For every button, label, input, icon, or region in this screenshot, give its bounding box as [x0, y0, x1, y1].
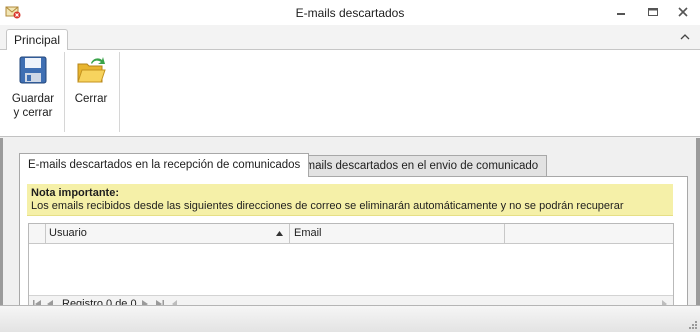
open-folder-arrow-icon [77, 57, 106, 83]
tab-principal[interactable]: Principal [6, 29, 68, 50]
tab-received-emails[interactable]: E-mails descartados en la recepción de c… [19, 153, 310, 177]
ribbon-body: Guardar y cerrar Cerrar [0, 50, 700, 137]
maximize-button[interactable] [642, 3, 664, 21]
row-indicator-header [29, 224, 46, 243]
tab-panel: Nota importante: Los emails recibidos de… [19, 176, 688, 324]
save-and-close-button[interactable]: Guardar y cerrar [9, 54, 57, 126]
column-header-email[interactable]: Email [290, 224, 505, 243]
close-document-button[interactable]: Cerrar [70, 54, 112, 126]
floppy-disk-icon [19, 56, 47, 84]
ribbon-tab-strip: Principal [0, 25, 700, 50]
resize-grip-icon[interactable] [687, 319, 697, 329]
window-title: E-mails descartados [295, 6, 405, 20]
window-frame-left [0, 138, 3, 332]
content-area: E-mails descartados en la recepción de c… [0, 138, 700, 332]
grid-header: Usuario Email [29, 224, 673, 244]
column-header-usuario[interactable]: Usuario [45, 224, 290, 243]
ribbon-separator [64, 52, 65, 132]
close-document-label: Cerrar [74, 93, 108, 105]
tab-strip: E-mails descartados en la recepción de c… [19, 153, 689, 177]
note-text: Los emails recibidos desde las siguiente… [31, 200, 624, 212]
ribbon-collapse-icon[interactable] [680, 32, 690, 42]
minimize-icon [617, 13, 625, 15]
minimize-button[interactable] [610, 3, 632, 21]
column-usuario-label: Usuario [49, 227, 87, 239]
tab-sent-emails[interactable]: E-mails descartados en el envio de comun… [285, 155, 548, 176]
sort-ascending-icon [276, 231, 283, 236]
title-bar: E-mails descartados [0, 0, 700, 25]
window-frame-right [696, 138, 700, 332]
ribbon: Principal Guardar y cerrar Cerrar [0, 25, 700, 138]
ribbon-separator [119, 52, 120, 132]
maximize-icon [648, 8, 658, 16]
close-icon [678, 7, 688, 17]
save-and-close-label-line2: y cerrar [13, 107, 53, 119]
close-button[interactable] [672, 3, 694, 21]
save-and-close-label-line1: Guardar [11, 93, 55, 105]
column-email-label: Email [294, 227, 322, 239]
note-heading: Nota importante: [31, 187, 119, 199]
important-note: Nota importante: Los emails recibidos de… [27, 184, 673, 216]
status-bar [0, 305, 700, 332]
